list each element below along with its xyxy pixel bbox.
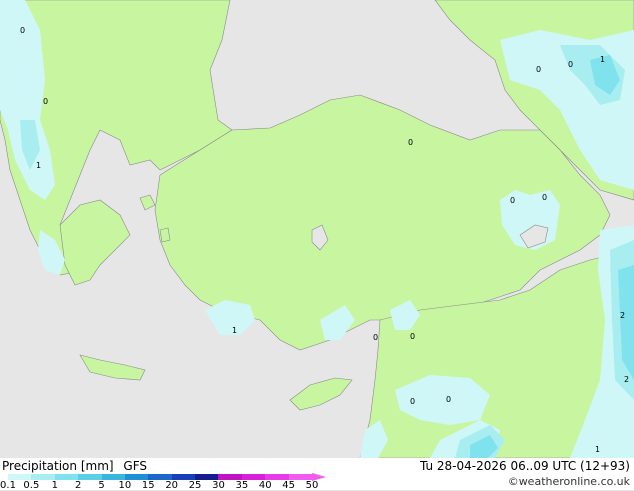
map-label: 0 <box>20 26 25 35</box>
precipitation-map: 0 0 1 0 0 1 0 0 0 1 0 0 0 0 2 2 1 <box>0 0 634 458</box>
precipitation-title: Precipitation [mm] <box>2 459 114 473</box>
map-label: 1 <box>36 161 41 170</box>
map-label: 1 <box>600 55 605 64</box>
map-label: 0 <box>510 196 515 205</box>
map-label: 0 <box>410 332 415 341</box>
map-label: 0 <box>542 193 547 202</box>
map-label: 0 <box>410 397 415 406</box>
credit-text: ©weatheronline.co.uk <box>507 475 630 488</box>
map-label: 0 <box>568 60 573 69</box>
map-label: 2 <box>624 375 629 384</box>
map-label: 0 <box>373 333 378 342</box>
map-label: 2 <box>620 311 625 320</box>
map-label: 0 <box>446 395 451 404</box>
map-label: 0 <box>536 65 541 74</box>
map-label: 1 <box>232 326 237 335</box>
forecast-datetime: Tu 28-04-2026 06..09 UTC (12+93) <box>419 459 630 473</box>
map-label: 0 <box>408 138 413 147</box>
model-name: GFS <box>123 459 147 473</box>
map-label: 0 <box>43 97 48 106</box>
map-label: 1 <box>595 445 600 454</box>
footer-bar: Precipitation [mm] GFS Tu 28-04-2026 06.… <box>0 458 634 491</box>
